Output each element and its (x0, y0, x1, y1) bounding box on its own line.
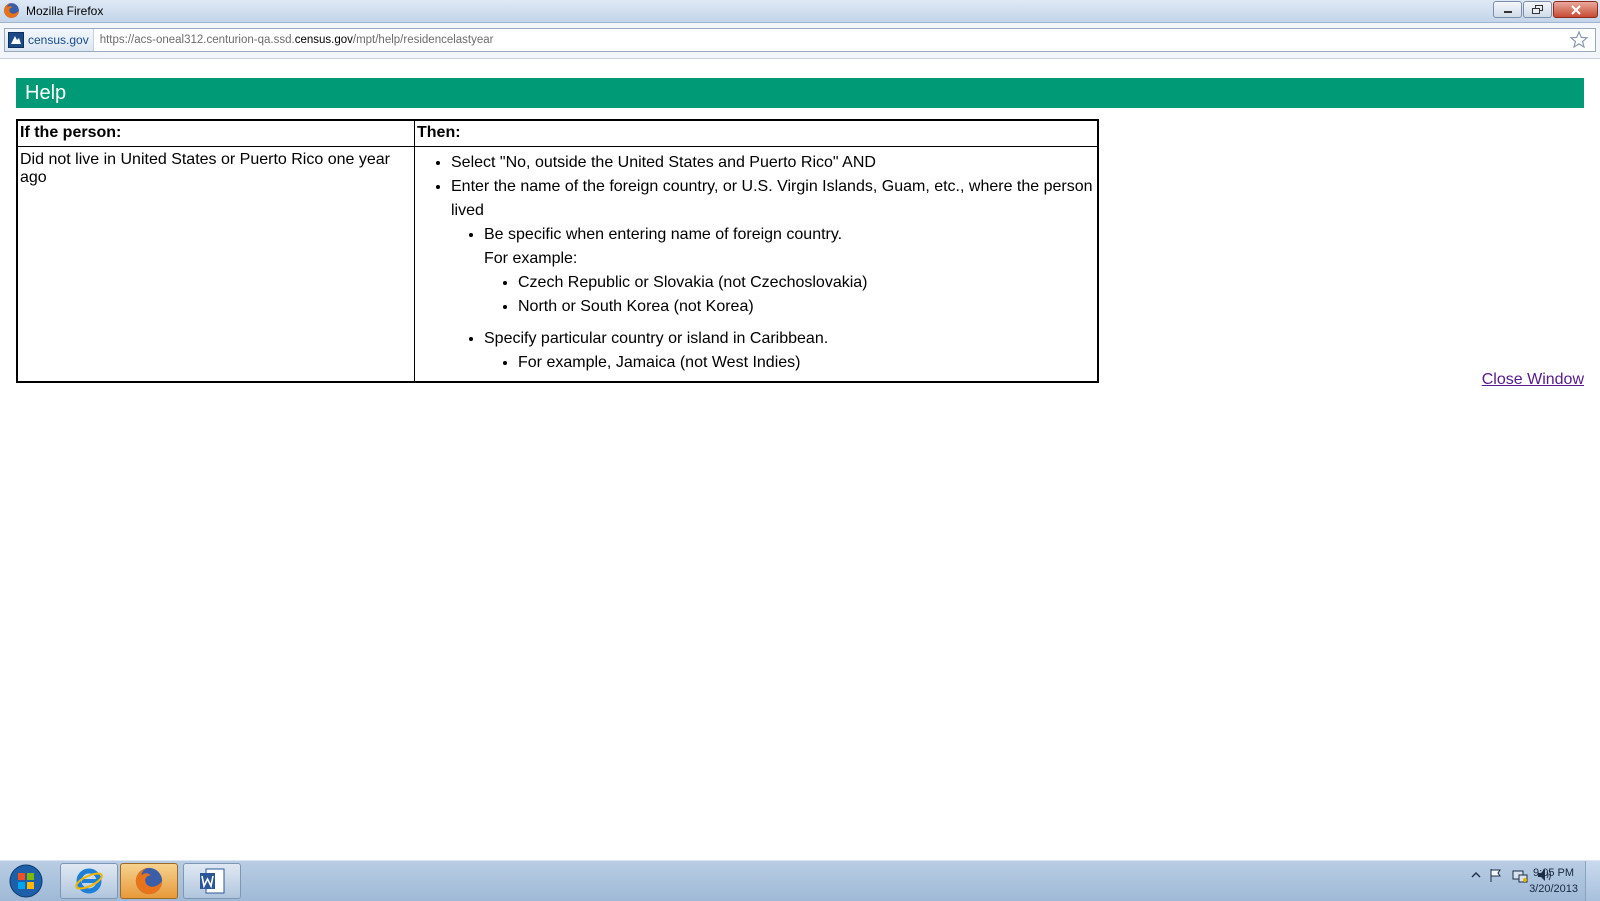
firefox-icon (135, 867, 163, 895)
taskbar-firefox[interactable] (120, 863, 178, 899)
list-item: For example, Jamaica (not West Indies) (518, 351, 1095, 375)
clock-date: 3/20/2013 (1529, 883, 1578, 895)
instruction-text: Specify particular country or island in … (484, 330, 829, 347)
internet-explorer-icon (75, 868, 103, 894)
example-label: For example: (484, 250, 578, 267)
site-favicon-icon (8, 32, 24, 48)
site-identity-label: census.gov (28, 33, 89, 47)
instruction-list: Select "No, outside the United States an… (417, 151, 1095, 375)
close-button[interactable] (1553, 1, 1598, 18)
sub-instruction-list: Be specific when entering name of foreig… (451, 223, 1095, 375)
windows-start-icon (9, 864, 43, 898)
show-hidden-icons-arrow[interactable] (1471, 870, 1481, 880)
list-item: North or South Korea (not Korea) (518, 295, 1095, 319)
firefox-icon (4, 3, 19, 18)
url-domain: census.gov (294, 34, 353, 46)
window-title: Mozilla Firefox (26, 4, 104, 18)
example-list: For example, Jamaica (not West Indies) (484, 351, 1095, 375)
minimize-button[interactable] (1493, 1, 1522, 18)
show-desktop-button[interactable] (1585, 861, 1600, 901)
list-item: Select "No, outside the United States an… (451, 151, 1095, 175)
help-heading: Help (16, 78, 1584, 108)
start-button[interactable] (3, 863, 49, 899)
table-header-row: If the person: Then: (16, 119, 1099, 147)
table-row: Did not live in United States or Puerto … (16, 146, 1099, 383)
column-header-then: Then: (414, 119, 1099, 147)
clock-time: 9:05 PM (1533, 867, 1575, 879)
instructions-cell: Select "No, outside the United States an… (414, 146, 1099, 383)
condition-cell: Did not live in United States or Puerto … (16, 146, 415, 383)
taskbar: 9:05 PM 3/20/2013 (0, 860, 1600, 901)
taskbar-word[interactable] (183, 863, 241, 899)
list-item: Czech Republic or Slovakia (not Czechosl… (518, 271, 1095, 295)
restore-icon (1531, 4, 1543, 14)
close-window-link[interactable]: Close Window (1482, 371, 1584, 389)
network-icon[interactable] (1511, 867, 1529, 883)
help-table: If the person: Then: Did not live in Uni… (16, 119, 1099, 383)
instruction-text: Be specific when entering name of foreig… (484, 226, 843, 243)
example-list: Czech Republic or Slovakia (not Czechosl… (484, 271, 1095, 319)
star-icon[interactable] (1569, 30, 1589, 50)
url-prefix: https://acs-oneal312.centurion-qa.ssd. (99, 34, 295, 46)
url-bar[interactable]: census.gov https://acs-oneal312.centurio… (4, 28, 1596, 52)
site-identity-button[interactable]: census.gov (5, 29, 94, 51)
list-item: Be specific when entering name of foreig… (484, 223, 1095, 319)
list-item: Enter the name of the foreign country, o… (451, 175, 1095, 375)
taskbar-internet-explorer[interactable] (60, 863, 118, 899)
action-center-flag-icon[interactable] (1488, 867, 1504, 883)
minimize-icon (1503, 10, 1512, 13)
list-item: Specify particular country or island in … (484, 327, 1095, 375)
navigation-toolbar: census.gov https://acs-oneal312.centurio… (0, 23, 1600, 59)
restore-button[interactable] (1523, 1, 1552, 18)
window-title-bar[interactable]: Mozilla Firefox (0, 0, 1600, 23)
close-icon (1570, 4, 1581, 15)
instruction-text: Enter the name of the foreign country, o… (451, 178, 1093, 219)
system-clock[interactable]: 9:05 PM 3/20/2013 (1529, 865, 1578, 897)
url-text[interactable]: https://acs-oneal312.centurion-qa.ssd.ce… (100, 34, 494, 46)
word-icon (200, 868, 225, 894)
column-header-if-person: If the person: (16, 119, 415, 147)
url-suffix: /mpt/help/residencelastyear (352, 34, 494, 46)
